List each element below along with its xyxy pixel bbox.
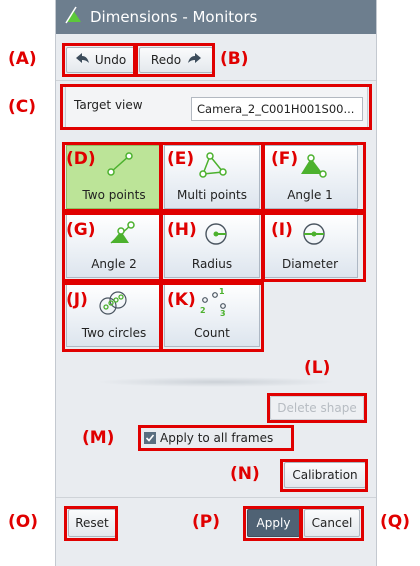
undo-button[interactable]: Undo xyxy=(66,47,136,73)
callout-p: (P) xyxy=(192,512,220,532)
callout-m: (M) xyxy=(82,428,115,448)
tool-label: Count xyxy=(194,326,230,340)
radius-icon xyxy=(205,223,227,245)
callout-o: (O) xyxy=(8,512,38,532)
callout-d: (D) xyxy=(66,149,96,169)
reset-button[interactable]: Reset xyxy=(68,509,116,537)
callout-f: (F) xyxy=(271,149,299,169)
callout-q: (Q) xyxy=(380,512,410,532)
target-view-select[interactable]: Camera_2_C001H001S00... xyxy=(191,97,363,121)
undo-icon xyxy=(75,53,90,67)
tool-label: Angle 1 xyxy=(287,188,333,202)
window-title: Dimensions - Monitors xyxy=(90,8,258,26)
cancel-label: Cancel xyxy=(311,516,353,530)
svg-text:2: 2 xyxy=(200,306,206,315)
separator xyxy=(56,80,376,81)
apply-label: Apply xyxy=(256,516,291,530)
separator xyxy=(56,497,376,498)
calibration-label: Calibration xyxy=(292,468,358,482)
apply-all-frames-option[interactable]: Apply to all frames xyxy=(144,429,273,447)
redo-button[interactable]: Redo xyxy=(139,47,213,73)
app-icon xyxy=(64,5,84,29)
check-icon xyxy=(145,434,155,442)
callout-b: (B) xyxy=(220,49,249,69)
dimensions-panel: Dimensions - Monitors Undo Redo Target v… xyxy=(55,0,377,566)
delete-shape-label: Delete shape xyxy=(277,401,357,415)
apply-all-frames-checkbox[interactable] xyxy=(144,432,156,444)
callout-n: (N) xyxy=(230,464,260,484)
redo-icon xyxy=(187,53,202,67)
multi-points-icon xyxy=(199,152,227,178)
calibration-button[interactable]: Calibration xyxy=(284,462,366,488)
angle-2-icon xyxy=(110,221,135,244)
callout-i: (I) xyxy=(271,220,293,240)
tool-label: Angle 2 xyxy=(91,257,137,271)
callout-e: (E) xyxy=(167,149,195,169)
callout-k: (K) xyxy=(167,290,196,310)
cancel-button[interactable]: Cancel xyxy=(304,509,360,537)
count-icon: 2 1 3 xyxy=(200,288,226,316)
tool-label: Radius xyxy=(191,257,233,271)
section-shadow xyxy=(96,377,336,387)
apply-all-frames-label: Apply to all frames xyxy=(160,431,274,445)
two-circles-icon xyxy=(99,291,127,315)
tool-label: Two points xyxy=(82,188,146,202)
callout-h: (H) xyxy=(167,220,197,240)
tool-label: Multi points xyxy=(176,188,247,202)
title-bar: Dimensions - Monitors xyxy=(56,0,376,34)
reset-label: Reset xyxy=(75,516,109,530)
callout-j: (J) xyxy=(66,290,88,310)
tool-label: Two circles xyxy=(81,326,147,340)
delete-shape-button[interactable]: Delete shape xyxy=(270,396,364,420)
svg-text:3: 3 xyxy=(220,309,226,316)
target-view-label: Target view xyxy=(74,98,143,112)
callout-l: (L) xyxy=(304,358,331,378)
diameter-icon xyxy=(303,223,325,245)
apply-button[interactable]: Apply xyxy=(247,509,300,537)
undo-label: Undo xyxy=(94,53,127,67)
callout-a: (A) xyxy=(8,49,37,69)
target-view-row: Target view Camera_2_C001H001S00... xyxy=(65,86,368,128)
redo-label: Redo xyxy=(150,53,182,67)
two-points-icon xyxy=(107,152,133,176)
callout-g: (G) xyxy=(66,220,96,240)
tool-label: Diameter xyxy=(281,257,339,271)
callout-c: (C) xyxy=(8,97,37,117)
svg-text:1: 1 xyxy=(219,288,225,296)
angle-1-icon xyxy=(301,154,327,178)
